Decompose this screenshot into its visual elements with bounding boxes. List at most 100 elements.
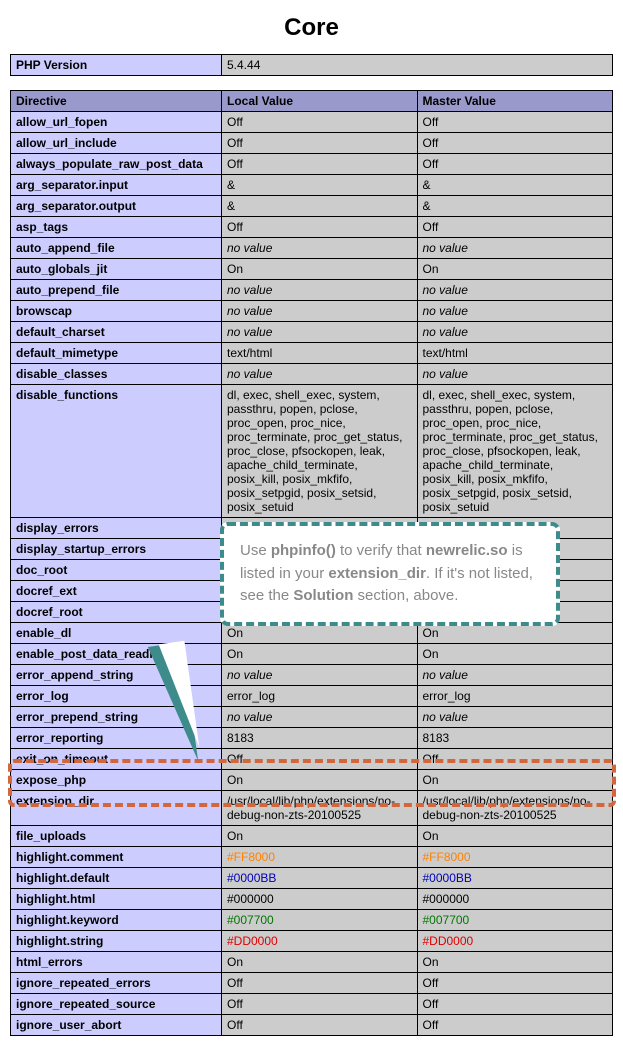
local-value-cell: Off [222,133,418,154]
directive-cell: ignore_repeated_errors [11,973,222,994]
directive-cell: browscap [11,301,222,322]
local-value-cell: Off [222,112,418,133]
master-value-cell: Off [417,973,613,994]
master-value-cell: text/html [417,343,613,364]
directive-cell: highlight.html [11,889,222,910]
directive-cell: default_mimetype [11,343,222,364]
directive-cell: highlight.keyword [11,910,222,931]
master-value-cell: #0000BB [417,868,613,889]
master-value-cell: On [417,952,613,973]
directive-cell: disable_functions [11,385,222,518]
master-value-cell: no value [417,665,613,686]
local-value-cell: no value [222,301,418,322]
local-value-cell: error_log [222,686,418,707]
directive-cell: doc_root [11,560,222,581]
directive-cell: error_log [11,686,222,707]
local-value-cell: no value [222,665,418,686]
master-value-cell: On [417,259,613,280]
table-row: arg_separator.input&& [11,175,613,196]
table-row: highlight.default#0000BB#0000BB [11,868,613,889]
table-row: allow_url_includeOffOff [11,133,613,154]
master-value-cell: Off [417,749,613,770]
directive-cell: docref_root [11,602,222,623]
directive-cell: arg_separator.output [11,196,222,217]
local-value-cell: On [222,644,418,665]
directive-cell: enable_dl [11,623,222,644]
directive-cell: highlight.default [11,868,222,889]
master-value-cell: On [417,644,613,665]
table-row: ignore_repeated_errorsOffOff [11,973,613,994]
table-row: disable_functions dl, exec, shell_exec, s… [11,385,613,518]
master-value-cell: error_log [417,686,613,707]
directive-cell: ignore_repeated_source [11,994,222,1015]
table-row: browscapno valueno value [11,301,613,322]
table-row: highlight.comment#FF8000#FF8000 [11,847,613,868]
local-value-cell: #0000BB [222,868,418,889]
directive-cell: highlight.comment [11,847,222,868]
master-value-cell: no value [417,280,613,301]
info-value: 5.4.44 [222,55,613,76]
local-value-cell: On [222,259,418,280]
local-value-cell: Off [222,973,418,994]
local-value-cell: 8183 [222,728,418,749]
table-row: extension_dir/usr/local/lib/php/extensio… [11,791,613,826]
master-value-cell: #FF8000 [417,847,613,868]
table-row: ignore_user_abortOffOff [11,1015,613,1036]
local-value-cell: & [222,175,418,196]
master-value-cell: Off [417,217,613,238]
table-row: error_logerror_logerror_log [11,686,613,707]
col-local: Local Value [222,91,418,112]
local-value-cell: #DD0000 [222,931,418,952]
directive-cell: error_reporting [11,728,222,749]
directive-cell: highlight.string [11,931,222,952]
table-row: auto_append_fileno valueno value [11,238,613,259]
info-table: PHP Version 5.4.44 [10,54,613,76]
directive-cell: ignore_user_abort [11,1015,222,1036]
table-row: expose_phpOnOn [11,770,613,791]
table-row: auto_globals_jitOnOn [11,259,613,280]
table-row: highlight.html#000000#000000 [11,889,613,910]
master-value-cell: 8183 [417,728,613,749]
directive-cell: auto_prepend_file [11,280,222,301]
master-value-cell: #DD0000 [417,931,613,952]
master-value-cell: Off [417,112,613,133]
master-value-cell: Off [417,154,613,175]
local-value-cell: Off [222,749,418,770]
directive-cell: enable_post_data_reading [11,644,222,665]
directive-cell: allow_url_include [11,133,222,154]
table-row: ignore_repeated_sourceOffOff [11,994,613,1015]
local-value-cell: Off [222,154,418,175]
master-value-cell: & [417,196,613,217]
local-value-cell: On [222,623,418,644]
directive-cell: extension_dir [11,791,222,826]
master-value-cell: On [417,826,613,847]
local-value-cell: On [222,952,418,973]
local-value-cell: #FF8000 [222,847,418,868]
master-value-cell: dl, exec, shell_exec, system, passthru, … [417,385,613,518]
local-value-cell: On [222,770,418,791]
directive-cell: docref_ext [11,581,222,602]
master-value-cell: On [417,770,613,791]
table-row: html_errorsOnOn [11,952,613,973]
local-value-cell: no value [222,364,418,385]
col-master: Master Value [417,91,613,112]
directive-cell: expose_php [11,770,222,791]
table-row: error_prepend_stringno valueno value [11,707,613,728]
local-value-cell: On [222,826,418,847]
master-value-cell: /usr/local/lib/php/extensions/no-debug-n… [417,791,613,826]
table-row: allow_url_fopenOffOff [11,112,613,133]
master-value-cell: #000000 [417,889,613,910]
master-value-cell: no value [417,238,613,259]
master-value-cell: & [417,175,613,196]
local-value-cell: #000000 [222,889,418,910]
table-row: default_mimetypetext/htmltext/html [11,343,613,364]
local-value-cell: text/html [222,343,418,364]
directive-cell: error_append_string [11,665,222,686]
directive-cell: auto_globals_jit [11,259,222,280]
col-directive: Directive [11,91,222,112]
directive-cell: disable_classes [11,364,222,385]
table-row: error_append_stringno valueno value [11,665,613,686]
directive-cell: file_uploads [11,826,222,847]
local-value-cell: Off [222,994,418,1015]
local-value-cell: #007700 [222,910,418,931]
